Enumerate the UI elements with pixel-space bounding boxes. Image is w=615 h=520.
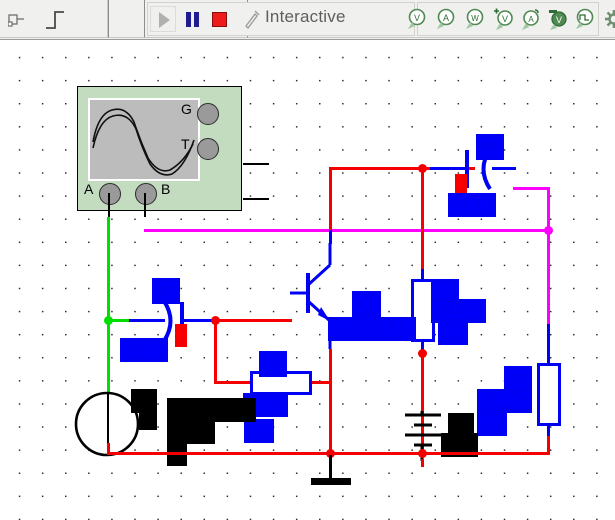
measurement-probe-group: V A W V A V xyxy=(406,7,615,35)
logic-converter-icon[interactable] xyxy=(8,12,26,28)
svg-text:V: V xyxy=(556,15,562,25)
wire-green-to-v2[interactable] xyxy=(107,319,110,395)
simulation-toolbar: Interactive V A W V A V xyxy=(0,0,615,40)
scope-a-stub xyxy=(108,193,110,217)
scope-g-stub xyxy=(243,163,269,165)
step-signal-icon[interactable] xyxy=(44,9,66,31)
svg-text:W: W xyxy=(471,14,479,23)
junction-v1-ground xyxy=(418,449,427,458)
probe-settings-gear-icon[interactable] xyxy=(602,7,615,31)
svg-text:A: A xyxy=(443,13,449,23)
wire-q1-emitter-down[interactable] xyxy=(329,349,332,455)
svg-text:V: V xyxy=(414,13,420,23)
wire-r1-right[interactable] xyxy=(312,381,331,384)
wire-magenta-c2-right[interactable] xyxy=(513,187,550,190)
c2-value-label: 10µF xyxy=(448,193,497,217)
scope-terminal-b[interactable] xyxy=(135,183,157,205)
wire-r1-left[interactable] xyxy=(214,381,250,384)
probe-icon[interactable] xyxy=(243,9,261,29)
c2-ref-label: C2 xyxy=(476,134,505,160)
simulation-mode-label: Interactive xyxy=(265,7,346,26)
ground-symbol[interactable] xyxy=(311,478,351,485)
wire-vcc-to-r2[interactable] xyxy=(421,167,424,272)
scope-terminal-t[interactable] xyxy=(197,138,219,160)
reference-voltage-probe-icon[interactable]: V xyxy=(547,7,571,31)
r2-tolerance-label: 5% xyxy=(438,321,469,345)
run-simulation-button[interactable] xyxy=(150,6,176,32)
voltage-probe-icon[interactable]: V xyxy=(406,7,430,31)
pause-icon xyxy=(186,12,191,27)
v2-amplitude-label: 10mVrms xyxy=(167,398,257,422)
v2-frequency-label: 1kHz xyxy=(167,420,215,444)
wire-v1-bottom[interactable] xyxy=(421,459,424,467)
stop-simulation-button[interactable] xyxy=(212,12,227,27)
power-probe-icon[interactable]: W xyxy=(464,7,488,31)
r1-tolerance-label: 5% xyxy=(244,419,275,443)
r2-value-label: 5.1kΩ xyxy=(431,299,487,323)
scope-terminal-t-label: T xyxy=(181,136,190,152)
scope-terminal-g-label: G xyxy=(181,101,192,117)
r3-body[interactable] xyxy=(537,363,561,426)
svg-text:V: V xyxy=(502,14,508,24)
wire-magenta-right-down[interactable] xyxy=(547,229,550,324)
r3-tolerance-label: 5% xyxy=(477,412,508,436)
scope-terminal-a[interactable] xyxy=(99,183,121,205)
toolbar-group-mid xyxy=(108,0,146,38)
wire-vcc-left-down[interactable] xyxy=(329,167,332,230)
q1-ref-label: Q1 xyxy=(352,291,382,317)
c1-polarity-label: + xyxy=(175,324,187,347)
r3-lead-top xyxy=(547,324,550,363)
junction-collector xyxy=(418,349,427,358)
q1-value-label: 2SC1815 xyxy=(328,317,416,341)
r2-lead-top xyxy=(421,269,424,279)
wire-base-to-r1[interactable] xyxy=(214,319,217,383)
r3-value-label: 3.9kΩ xyxy=(477,389,533,413)
pause-simulation-button[interactable] xyxy=(186,12,201,27)
wire-q1-collector-up xyxy=(329,230,332,244)
scope-terminal-g[interactable] xyxy=(197,103,219,125)
current-probe-icon[interactable]: A xyxy=(435,7,459,31)
junction-magenta xyxy=(544,226,553,235)
play-icon xyxy=(159,12,170,28)
scope-b-stub xyxy=(144,193,146,217)
wire-base[interactable] xyxy=(212,319,292,322)
schematic-canvas[interactable]: XSC1 A B G T xyxy=(0,41,615,520)
scope-terminal-a-label: A xyxy=(84,181,94,197)
scope-terminal-b-label: B xyxy=(161,181,171,197)
differential-voltage-probe-icon[interactable]: V xyxy=(492,7,516,31)
oscilloscope-xsc1[interactable]: A B G T xyxy=(77,86,242,211)
c1-value-label: 10µF xyxy=(120,338,169,362)
digital-probe-icon[interactable] xyxy=(574,7,598,31)
ground-stem xyxy=(329,455,332,480)
v2-wave-symbol: ∼ xyxy=(139,405,157,430)
wire-green-input-vertical[interactable] xyxy=(107,217,110,321)
differential-current-probe-icon[interactable]: A xyxy=(519,7,543,31)
r1-ref-label: R1 xyxy=(259,351,288,377)
wire-c2-lead-left xyxy=(430,167,465,170)
c1-ref-label: C1 xyxy=(152,278,181,304)
wire-magenta-top[interactable] xyxy=(144,229,550,232)
svg-text:A: A xyxy=(528,15,534,24)
multisim-window: Interactive V A W V A V A B G T C2 + 10µ… xyxy=(0,0,615,520)
wire-c2-lead-right xyxy=(492,167,516,170)
pause-icon-bar2 xyxy=(194,12,199,27)
scope-t-stub xyxy=(243,198,269,200)
